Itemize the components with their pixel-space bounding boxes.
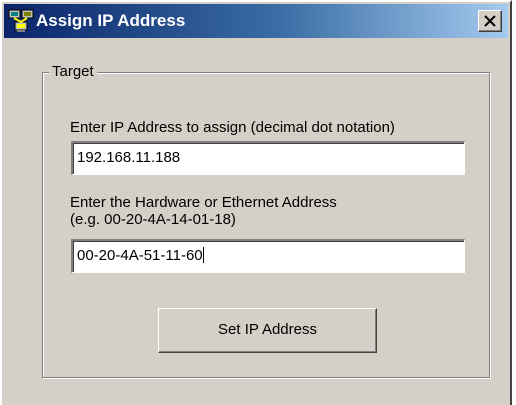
- window-title: Assign IP Address: [36, 11, 186, 30]
- group-legend: Target: [49, 63, 97, 81]
- ip-address-label: Enter IP Address to assign (decimal dot …: [70, 119, 395, 136]
- hardware-address-value: 00-20-4A-51-11-60: [77, 247, 203, 264]
- hardware-address-input[interactable]: 00-20-4A-51-11-60: [71, 239, 465, 273]
- ip-address-value: 192.168.11.188: [77, 149, 181, 166]
- hardware-address-example: (e.g. 00-20-4A-14-01-18): [70, 211, 236, 228]
- close-button[interactable]: [478, 10, 502, 32]
- network-computers-icon: [8, 8, 34, 34]
- ip-address-input[interactable]: 192.168.11.188: [71, 141, 465, 175]
- hardware-address-label: Enter the Hardware or Ethernet Address: [70, 194, 337, 211]
- assign-ip-dialog: Assign IP Address Target Enter IP Addres…: [0, 0, 512, 405]
- title-bar[interactable]: Assign IP Address: [4, 4, 508, 38]
- text-caret: [202, 247, 204, 263]
- set-ip-address-button[interactable]: Set IP Address: [158, 308, 377, 353]
